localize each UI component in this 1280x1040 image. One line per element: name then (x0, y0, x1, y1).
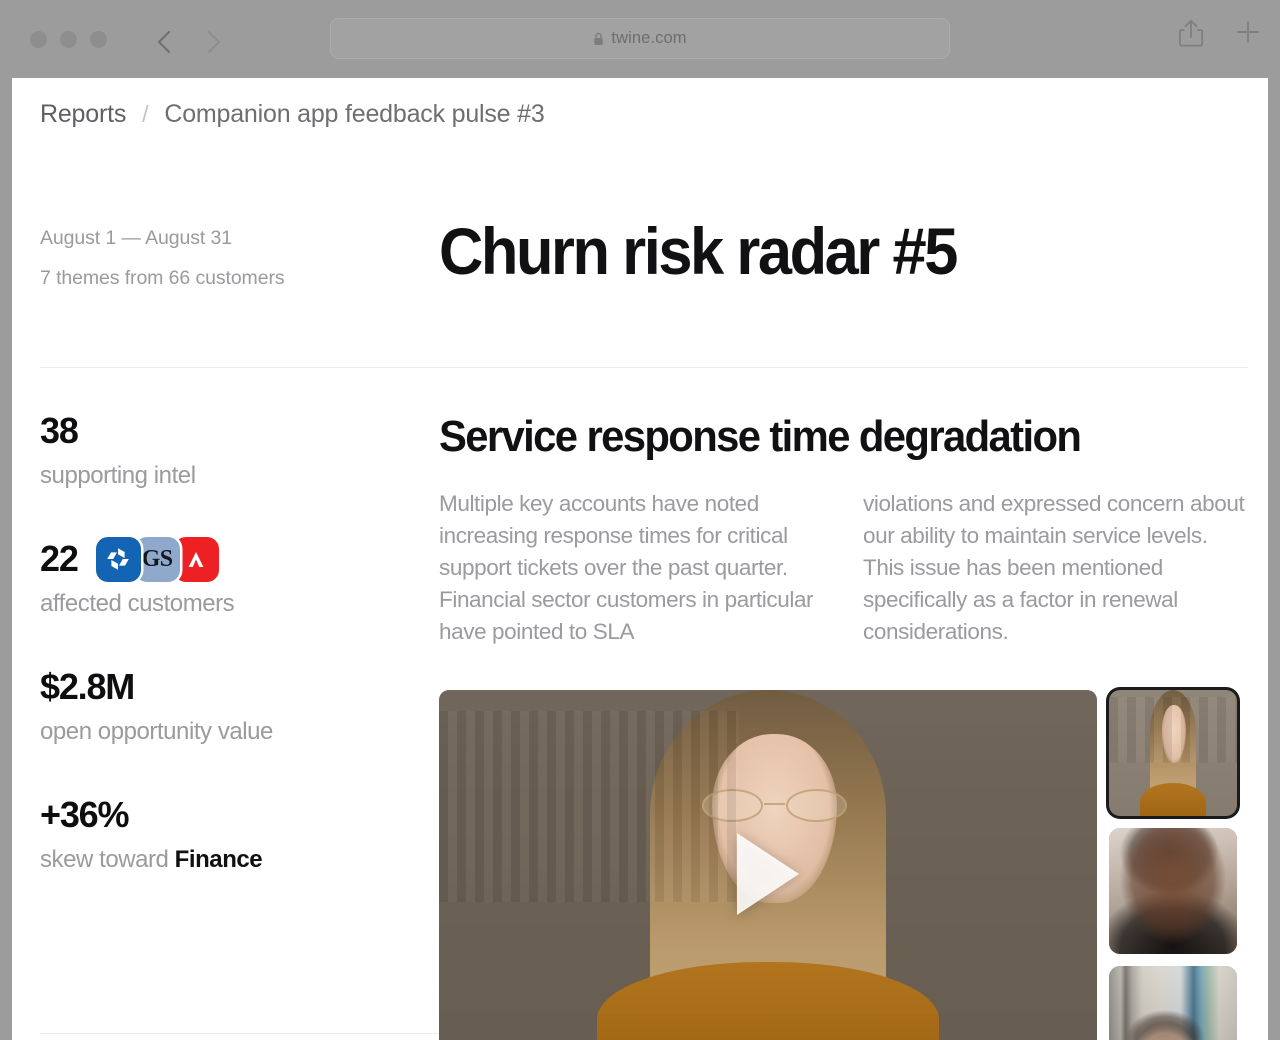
page-title: Churn risk radar #5 (439, 214, 958, 288)
thumb-face (1162, 705, 1187, 764)
stat-value: 22 (40, 538, 79, 579)
stat-label-prefix: skew toward (40, 846, 175, 873)
window-traffic-lights[interactable] (30, 30, 107, 48)
browser-nav-arrows[interactable] (154, 29, 224, 54)
thumb-body (1139, 783, 1207, 816)
section-body: Multiple key accounts have noted increas… (439, 488, 1249, 648)
browser-toolbar-right[interactable] (1178, 18, 1262, 48)
video-player[interactable] (439, 690, 1097, 1040)
stat-value: $2.8M (40, 666, 135, 707)
clip-thumbnail-1[interactable] (1109, 690, 1237, 816)
stat-label: open opportunity value (40, 718, 273, 745)
plus-icon[interactable] (1234, 18, 1262, 48)
breadcrumb-current[interactable]: Companion app feedback pulse #3 (164, 100, 544, 129)
stat-value-row: $2.8M (40, 664, 440, 710)
poster-glasses (702, 789, 847, 823)
stats-column-divider (40, 1033, 440, 1034)
poster-glasses-bridge (764, 802, 785, 805)
lock-icon (593, 32, 604, 46)
poster-lens-left (702, 789, 763, 823)
clip-thumbnail-1-image (1109, 690, 1237, 816)
stat-label: affected customers (40, 590, 235, 617)
breadcrumb-link-reports[interactable]: Reports (40, 100, 126, 129)
clip-thumbnail-3[interactable] (1109, 966, 1237, 1040)
breadcrumb: Reports / Companion app feedback pulse #… (40, 100, 545, 129)
section-body-column-2: violations and expressed concern about o… (863, 491, 1245, 644)
header-divider (40, 367, 1248, 368)
share-icon[interactable] (1178, 18, 1206, 48)
play-icon[interactable] (737, 833, 799, 915)
report-date-range: August 1 — August 31 (40, 227, 233, 249)
adobe-logo-avatar[interactable] (173, 536, 219, 582)
customer-avatar-group[interactable]: GS (95, 536, 219, 582)
stat-value-row: 22 GS (40, 536, 440, 582)
clip-thumbnail-3-image (1109, 966, 1237, 1040)
stat-open-opportunity-value: $2.8M open opportunity value (40, 664, 440, 752)
stat-label: skew toward Finance (40, 840, 440, 880)
stat-label: supporting intel (40, 462, 196, 489)
thumb-hair (1149, 690, 1197, 816)
stat-value: 38 (40, 410, 79, 451)
chevron-right-icon[interactable] (204, 29, 224, 54)
zoom-window-button[interactable] (90, 30, 107, 48)
close-window-button[interactable] (30, 30, 47, 48)
minimize-window-button[interactable] (60, 30, 77, 48)
stat-label-emphasis: Finance (174, 846, 263, 873)
breadcrumb-separator: / (142, 101, 149, 127)
report-meta: August 1 — August 31 7 themes from 66 cu… (40, 218, 285, 298)
stat-supporting-intel: 38 supporting intel (40, 408, 440, 496)
section-body-column-1: Multiple key accounts have noted increas… (439, 491, 814, 644)
url-text: twine.com (611, 29, 687, 47)
address-bar[interactable]: twine.com (330, 18, 950, 59)
goldman-sachs-logo-avatar[interactable]: GS (134, 536, 180, 582)
stat-value-row: 38 (40, 408, 440, 454)
report-summary: 7 themes from 66 customers (40, 267, 285, 289)
stat-value: +36% (40, 794, 129, 835)
theme-content: Service response time degradation Multip… (439, 408, 1249, 648)
clip-thumbnail-2-image (1109, 828, 1237, 954)
media-row (439, 690, 1237, 1040)
stats-column: 38 supporting intel 22 GS affected custo… (40, 408, 440, 880)
stat-value-row: +36% (40, 792, 440, 838)
report-page: Reports / Companion app feedback pulse #… (12, 78, 1268, 1040)
browser-chrome: twine.com (0, 0, 1280, 78)
poster-body (596, 962, 940, 1040)
goldman-sachs-logo-text: GS (141, 545, 174, 572)
stat-affected-customers: 22 GS affected customers (40, 536, 440, 624)
chevron-left-icon[interactable] (154, 29, 174, 54)
section-title: Service response time degradation (439, 412, 1082, 461)
chase-logo-avatar[interactable] (95, 536, 141, 582)
video-thumbnail-list[interactable] (1109, 690, 1237, 1040)
poster-lens-right (786, 789, 847, 823)
clip-thumbnail-2[interactable] (1109, 828, 1237, 954)
stat-industry-skew: +36% skew toward Finance (40, 792, 440, 880)
